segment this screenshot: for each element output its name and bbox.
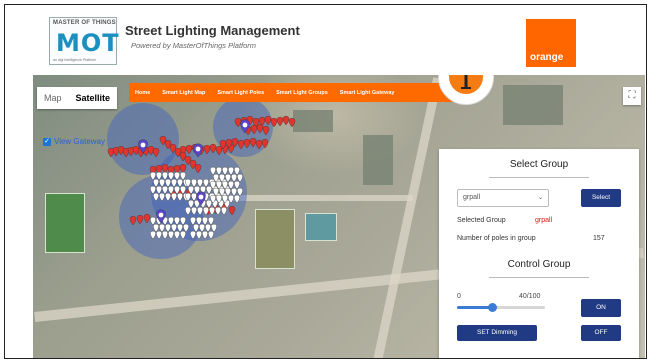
light-pole-pin-red[interactable] bbox=[282, 115, 290, 126]
on-button[interactable]: ON bbox=[581, 299, 621, 317]
gateway-pin-center bbox=[140, 142, 146, 148]
orange-logo: orange bbox=[526, 19, 576, 67]
gateway-pin-center bbox=[158, 212, 164, 218]
slider-value-label: 40/100 bbox=[519, 293, 541, 300]
view-gateway-checkbox[interactable]: ✓ bbox=[43, 137, 51, 146]
group-control-panel: Select Group grpall ⌄ Select Selected Gr… bbox=[439, 149, 639, 358]
nav-smart-light-groups[interactable]: Smart Light Groups bbox=[270, 90, 334, 96]
slider-min-label: 0 bbox=[457, 293, 461, 300]
set-dimming-button[interactable]: SET Dimming bbox=[457, 325, 537, 341]
nav-smart-light-map[interactable]: Smart Light Map bbox=[156, 90, 211, 96]
control-group-title: Control Group bbox=[507, 259, 571, 270]
satellite-map[interactable]: Map Satellite ⛶ Home Smart Light Map Sma… bbox=[33, 75, 645, 358]
slider-fill bbox=[457, 306, 493, 309]
nav-smart-light-gateway[interactable]: Smart Light Gateway bbox=[334, 90, 401, 96]
nav-smart-light-poles[interactable]: Smart Light Poles bbox=[211, 90, 270, 96]
street-lamp-icon bbox=[449, 75, 483, 94]
poles-count-value: 157 bbox=[593, 235, 605, 242]
group-select[interactable]: grpall ⌄ bbox=[457, 189, 549, 207]
view-gateway-label: View Gateway bbox=[54, 137, 105, 146]
slider-thumb[interactable] bbox=[488, 303, 498, 312]
map-type-satellite-button[interactable]: Satellite bbox=[69, 87, 118, 109]
view-gateway-toggle[interactable]: ✓ View Gateway bbox=[43, 137, 105, 146]
map-type-control: Map Satellite bbox=[37, 87, 118, 109]
light-pole-pin-red[interactable] bbox=[276, 116, 284, 127]
app-subtitle: Powered by MasterOfThings Platform bbox=[131, 41, 257, 50]
divider bbox=[489, 177, 589, 178]
logo-sub-text: an digi Intelligence Platform bbox=[53, 58, 96, 62]
group-select-value: grpall bbox=[463, 194, 481, 201]
light-pole-pin-red[interactable] bbox=[288, 117, 296, 128]
logo-top-text: MASTER OF THINGS bbox=[53, 20, 116, 26]
divider bbox=[489, 277, 589, 278]
select-button[interactable]: Select bbox=[581, 189, 621, 207]
off-button[interactable]: OFF bbox=[581, 325, 621, 341]
dimming-slider[interactable] bbox=[457, 303, 545, 312]
gateway-pin-center bbox=[195, 146, 201, 152]
select-group-title: Select Group bbox=[509, 159, 569, 170]
mot-logo: MASTER OF THINGS MOT an digi Intelligenc… bbox=[49, 17, 120, 65]
gateway-pin-center bbox=[242, 122, 248, 128]
app-window: MASTER OF THINGS MOT an digi Intelligenc… bbox=[4, 4, 647, 359]
map-type-map-button[interactable]: Map bbox=[37, 87, 69, 109]
app-title: Street Lighting Management bbox=[125, 23, 300, 38]
selected-group-value: grpall bbox=[535, 217, 553, 224]
fullscreen-icon[interactable]: ⛶ bbox=[623, 87, 641, 105]
orange-logo-text: orange bbox=[530, 52, 564, 63]
nav-bar: Home Smart Light Map Smart Light Poles S… bbox=[129, 83, 467, 102]
nav-home[interactable]: Home bbox=[129, 90, 156, 96]
logo-main-text: MOT bbox=[56, 29, 120, 57]
selected-group-label: Selected Group bbox=[457, 217, 506, 224]
chevron-down-icon: ⌄ bbox=[537, 195, 543, 201]
poles-count-label: Number of poles in group bbox=[457, 235, 536, 242]
gateway-pin-center bbox=[198, 194, 204, 200]
